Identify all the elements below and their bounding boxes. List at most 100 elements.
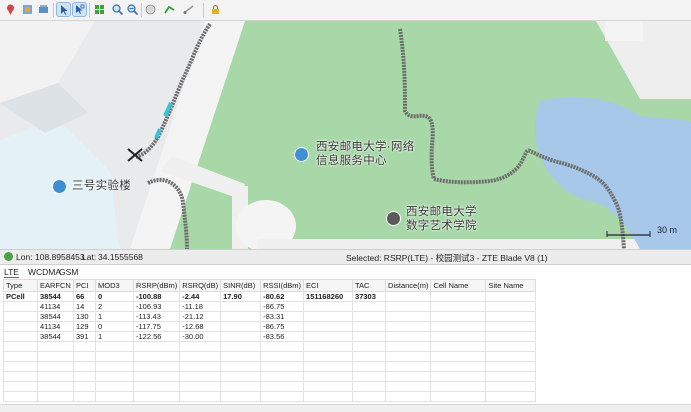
column-header-sinr[interactable]: SINR(dB) [220,279,262,292]
table-row[interactable]: PCell 38544 66 0 -100.88 -2.44 17.90 -80.62 1511… [3,291,537,302]
table-cell: 1 [95,311,134,322]
tab-lte[interactable]: LTE [4,267,19,278]
select-area-icon[interactable] [72,2,87,17]
table-cell [485,321,537,332]
table-row[interactable]: 41134 14 2 -106.93 -11.18 -86.75 [3,301,537,312]
table-cell [352,361,387,372]
lon-value: 108.8958453 [35,252,85,262]
table-cell: -12.68 [179,321,222,332]
pin-icon[interactable] [4,3,17,16]
table-cell [37,341,74,352]
table-cell [430,341,487,352]
table-cell [73,391,96,402]
table-cell [73,371,96,382]
table-cell [132,381,181,392]
table-cell: 38544 [37,291,74,302]
table-cell [352,341,387,352]
table-row[interactable]: 38544 130 1 -113.43 -21.12 -83.31 [3,311,537,322]
table-row[interactable] [3,351,537,362]
table-cell [220,341,262,352]
toolbar-separator [141,3,142,17]
table-cell: -21.12 [179,311,222,322]
lat-label: Lat: [82,252,97,262]
lock-icon[interactable] [209,3,222,16]
column-header-tac[interactable]: TAC [352,279,387,292]
table-cell [430,361,487,372]
zoom-in-icon[interactable] [111,3,124,16]
table-cell [73,341,96,352]
table-cell [385,361,432,372]
tab-gsm[interactable]: GSM [59,267,78,277]
globe-icon[interactable] [144,3,157,16]
table-cell [352,301,387,312]
table-cell [220,311,262,322]
table-cell: 2 [95,301,134,312]
table-cell [430,381,487,392]
table-cell: 0 [95,291,134,302]
toolbar-separator [53,3,54,17]
map-label-art-school-line1: 西安邮电大学 [406,206,477,218]
column-header-rsrq[interactable]: RSRQ(dB) [179,279,222,292]
table-cell: 38544 [37,331,74,342]
table-cell: -2.44 [179,291,222,302]
column-header-rssi[interactable]: RSSI(dBm) [260,279,305,292]
table-cell: -80.62 [260,291,305,302]
table-cell: -86.75 [260,301,305,312]
column-header-site-name[interactable]: Site Name [485,279,537,292]
table-cell [220,301,262,312]
table-body: PCell 38544 66 0 -100.88 -2.44 17.90 -80.62 1511… [3,291,537,402]
table-cell [260,351,305,362]
stack-icon[interactable] [37,3,50,16]
table-cell [485,361,537,372]
measure-icon[interactable] [182,3,195,16]
table-cell [3,311,38,322]
table-cell [3,301,38,312]
table-cell [430,321,487,332]
column-header-pci[interactable]: PCI [73,279,96,292]
table-row[interactable]: 38544 391 1 -122.56 -30.00 -83.56 [3,331,537,342]
table-cell [385,391,432,402]
column-header-cell-name[interactable]: Cell Name [430,279,487,292]
zoom-out-icon[interactable] [126,3,139,16]
table-row[interactable] [3,381,537,392]
column-header-distance[interactable]: Distance(m) [385,279,432,292]
table-cell [3,341,38,352]
table-cell: 66 [73,291,96,302]
table-cell: 17.90 [220,291,262,302]
column-header-mod3[interactable]: MOD3 [95,279,134,292]
table-cell [220,351,262,362]
tab-wcdma[interactable]: WCDMA [28,267,61,277]
table-cell: 38544 [37,311,74,322]
table-cell [95,361,134,372]
table-row[interactable] [3,391,537,402]
pointer-icon[interactable] [56,2,71,17]
table-row[interactable] [3,371,537,382]
table-cell [303,351,354,362]
table-cell [430,311,487,322]
column-header-eci[interactable]: ECI [303,279,354,292]
table-cell [303,321,354,332]
column-header-rsrp[interactable]: RSRP(dBm) [132,279,181,292]
table-cell: -30.00 [179,331,222,342]
table-cell: 151168260 [303,291,354,302]
table-cell [3,321,38,332]
table-cell [37,351,74,362]
map-view[interactable]: 三号实验楼 西安邮电大学·网络 信息服务中心 西安邮电大学 数字艺术学院 30 … [0,21,691,249]
table-cell [132,391,181,402]
route-icon[interactable] [163,3,176,16]
column-header-type[interactable]: Type [3,279,38,292]
table-cell [220,371,262,382]
column-header-earfcn[interactable]: EARFCN [37,279,74,292]
table-cell [352,331,387,342]
table-cell [303,311,354,322]
table-cell [260,381,305,392]
table-row[interactable]: 41134 129 0 -117.75 -12.68 -86.75 [3,321,537,332]
layers-icon[interactable] [21,3,34,16]
table-cell [37,381,74,392]
table-cell: 37303 [352,291,387,302]
table-cell [352,371,387,382]
table-cell [352,311,387,322]
table-row[interactable] [3,341,537,352]
grid-icon[interactable] [93,3,106,16]
table-row[interactable] [3,361,537,372]
